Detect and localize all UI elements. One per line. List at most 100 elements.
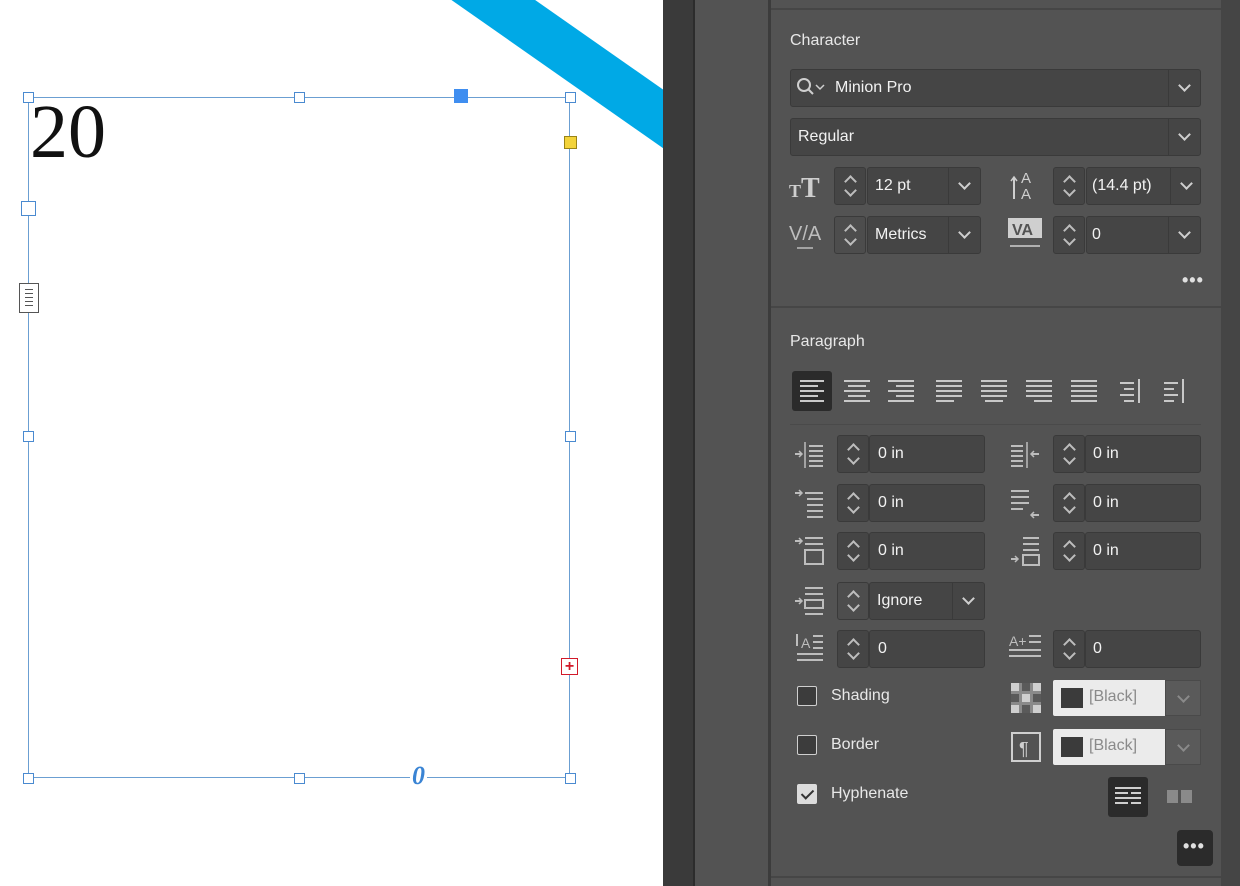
tracking-field[interactable]: 0 [1086,216,1201,254]
drop-cap-characters-icon: A+ [1009,632,1043,669]
shading-checkbox[interactable] [797,686,817,706]
justify-last-center-button[interactable] [975,371,1015,411]
border-settings-icon[interactable]: ¶ [1010,731,1042,768]
section-divider [790,424,1201,425]
font-size-stepper[interactable] [834,167,866,205]
space-before-stepper[interactable] [837,532,869,570]
frame-handle-top-right[interactable] [565,92,576,103]
panel-dock-column [695,0,768,886]
border-label: Border [831,736,880,753]
kerning-stepper[interactable] [834,216,866,254]
first-line-indent-stepper[interactable] [837,484,869,522]
shading-color-dropdown[interactable] [1165,680,1201,716]
align-towards-spine-button[interactable] [1112,371,1152,411]
character-more-options-button[interactable]: ••• [1182,270,1204,291]
hyphenate-label: Hyphenate [831,785,909,802]
svg-text:A: A [801,635,811,651]
border-color-dropdown[interactable] [1165,729,1201,765]
align-to-grid-dropdown[interactable] [952,583,984,619]
left-indent-stepper[interactable] [837,435,869,473]
drop-cap-characters-value: 0 [1093,640,1102,657]
svg-text:V/A: V/A [789,223,822,245]
kerning-field[interactable]: Metrics [867,216,981,254]
svg-text:A: A [1021,170,1031,187]
leading-dropdown[interactable] [1170,168,1200,204]
align-to-grid-value: Ignore [877,592,923,609]
in-port-handle[interactable] [21,201,36,216]
chevron-down-icon [1177,690,1190,703]
shading-settings-icon[interactable] [1010,682,1042,719]
border-checkbox[interactable] [797,735,817,755]
search-icon [796,77,828,104]
text-frame[interactable] [28,97,570,778]
chevron-down-icon [958,226,971,239]
right-indent-stepper[interactable] [1053,435,1085,473]
font-size-field[interactable]: 12 pt [867,167,981,205]
last-line-indent-stepper[interactable] [1053,484,1085,522]
font-size-dropdown[interactable] [948,168,980,204]
multi-column-composer-button[interactable] [1160,777,1200,817]
justify-all-button[interactable] [1065,371,1105,411]
tracking-dropdown[interactable] [1168,217,1200,253]
last-line-indent-value: 0 in [1093,494,1119,511]
right-indent-field[interactable]: 0 in [1085,435,1201,473]
font-family-dropdown[interactable] [1168,70,1200,106]
anchor-handle[interactable] [454,89,468,103]
svg-text:A: A [1021,186,1031,203]
tracking-value: 0 [1092,226,1101,243]
justify-last-right-button[interactable] [1020,371,1060,411]
font-style-value: Regular [798,128,855,145]
font-style-field[interactable]: Regular [790,118,1201,156]
single-column-composer-button[interactable] [1108,777,1148,817]
drop-cap-lines-stepper[interactable] [837,630,869,668]
drop-cap-lines-field[interactable]: 0 [869,630,985,668]
page-number-text[interactable]: 20 [30,94,106,170]
leading-field[interactable]: (14.4 pt) [1086,167,1201,205]
frame-handle-bottom-center[interactable] [294,773,305,784]
align-to-grid-field[interactable]: Ignore [869,582,985,620]
out-port-icon[interactable]: 0 [410,763,427,789]
font-style-dropdown[interactable] [1168,119,1200,155]
hyphenate-checkbox[interactable] [797,784,817,804]
text-threading-icon [19,283,39,313]
frame-handle-middle-left[interactable] [23,431,34,442]
font-size-value: 12 pt [875,177,911,194]
font-family-value: Minion Pro [835,79,912,96]
left-indent-value: 0 in [878,445,904,462]
drop-cap-characters-field[interactable]: 0 [1085,630,1201,668]
leading-stepper[interactable] [1053,167,1085,205]
align-to-grid-stepper[interactable] [837,582,869,620]
justify-last-left-button[interactable] [930,371,970,411]
space-after-field[interactable]: 0 in [1085,532,1201,570]
frame-handle-bottom-left[interactable] [23,773,34,784]
paragraph-more-options-button[interactable]: ••• [1177,830,1213,866]
align-center-button[interactable] [838,371,878,411]
kerning-dropdown[interactable] [948,217,980,253]
tracking-stepper[interactable] [1053,216,1085,254]
live-corner-handle[interactable] [564,136,577,149]
section-divider [771,306,1221,308]
leading-value: (14.4 pt) [1092,177,1152,194]
border-color-value: [Black] [1089,737,1138,754]
document-canvas[interactable]: 20 + 0 [0,0,663,886]
chevron-down-icon [1178,128,1191,141]
space-before-field[interactable]: 0 in [869,532,985,570]
frame-handle-top-center[interactable] [294,92,305,103]
first-line-indent-field[interactable]: 0 in [869,484,985,522]
font-family-field[interactable]: Minion Pro [790,69,1201,107]
drop-cap-characters-stepper[interactable] [1053,630,1085,668]
panel-scrollbar[interactable] [1221,0,1240,886]
left-indent-field[interactable]: 0 in [869,435,985,473]
more-icon: ••• [1183,836,1205,856]
last-line-indent-field[interactable]: 0 in [1085,484,1201,522]
space-after-icon [1009,535,1043,572]
align-right-button[interactable] [882,371,922,411]
align-left-button[interactable] [792,371,832,411]
font-size-icon: TT [789,171,825,206]
frame-handle-bottom-right[interactable] [565,773,576,784]
align-away-from-spine-button[interactable] [1158,371,1198,411]
overset-text-icon[interactable]: + [561,658,578,675]
space-after-stepper[interactable] [1053,532,1085,570]
svg-text:VA: VA [1012,222,1033,239]
frame-handle-middle-right[interactable] [565,431,576,442]
